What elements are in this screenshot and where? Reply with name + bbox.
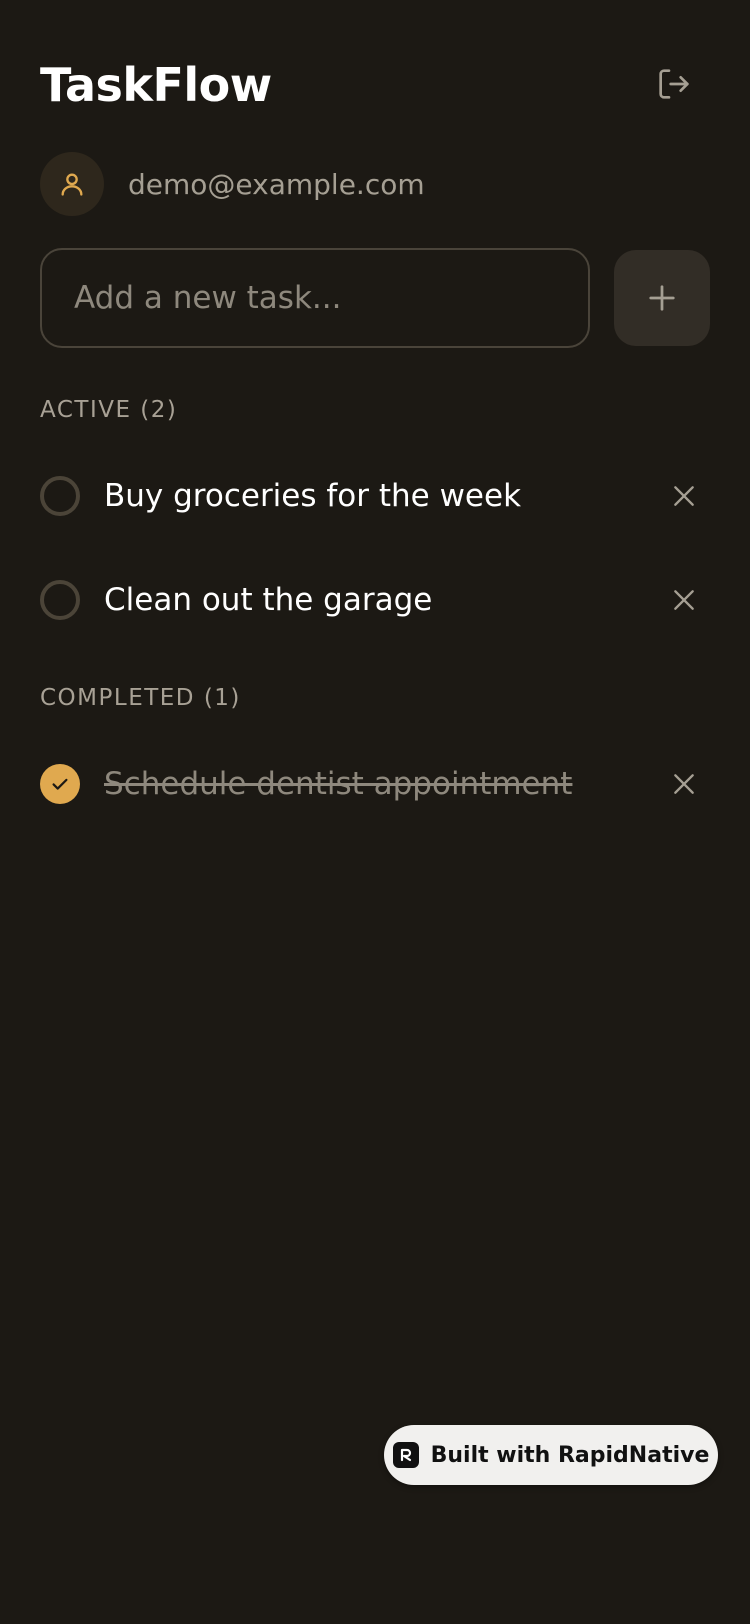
built-with-badge[interactable]: Built with RapidNative [384, 1425, 718, 1485]
logout-button[interactable] [650, 60, 698, 108]
avatar [40, 152, 104, 216]
add-task-button[interactable] [614, 250, 710, 346]
logout-icon [659, 69, 689, 99]
task-checkbox[interactable] [40, 580, 80, 620]
new-task-input[interactable] [40, 248, 590, 348]
task-text: Buy groceries for the week [104, 478, 522, 514]
task-row: Schedule dentist appointment [40, 744, 710, 824]
task-checkbox[interactable] [40, 476, 80, 516]
delete-task-button[interactable] [664, 764, 704, 804]
task-checkbox-checked[interactable] [40, 764, 80, 804]
task-row: Buy groceries for the week [40, 456, 710, 536]
delete-task-button[interactable] [664, 580, 704, 620]
app-title: TaskFlow [40, 58, 272, 112]
task-text: Clean out the garage [104, 582, 433, 618]
rapidnative-logo-icon [392, 1442, 419, 1468]
user-icon [61, 173, 83, 196]
close-icon [674, 590, 694, 610]
close-icon [674, 774, 694, 794]
check-icon [52, 778, 68, 790]
completed-section-header: COMPLETED (1) [40, 685, 241, 711]
user-row: demo@example.com [40, 152, 425, 216]
badge-label: Built with RapidNative [430, 1442, 710, 1468]
user-email: demo@example.com [128, 167, 425, 201]
plus-icon [649, 285, 675, 311]
delete-task-button[interactable] [664, 476, 704, 516]
close-icon [674, 486, 694, 506]
task-text: Schedule dentist appointment [104, 766, 573, 802]
task-row: Clean out the garage [40, 560, 710, 640]
active-section-header: ACTIVE (2) [40, 397, 178, 423]
